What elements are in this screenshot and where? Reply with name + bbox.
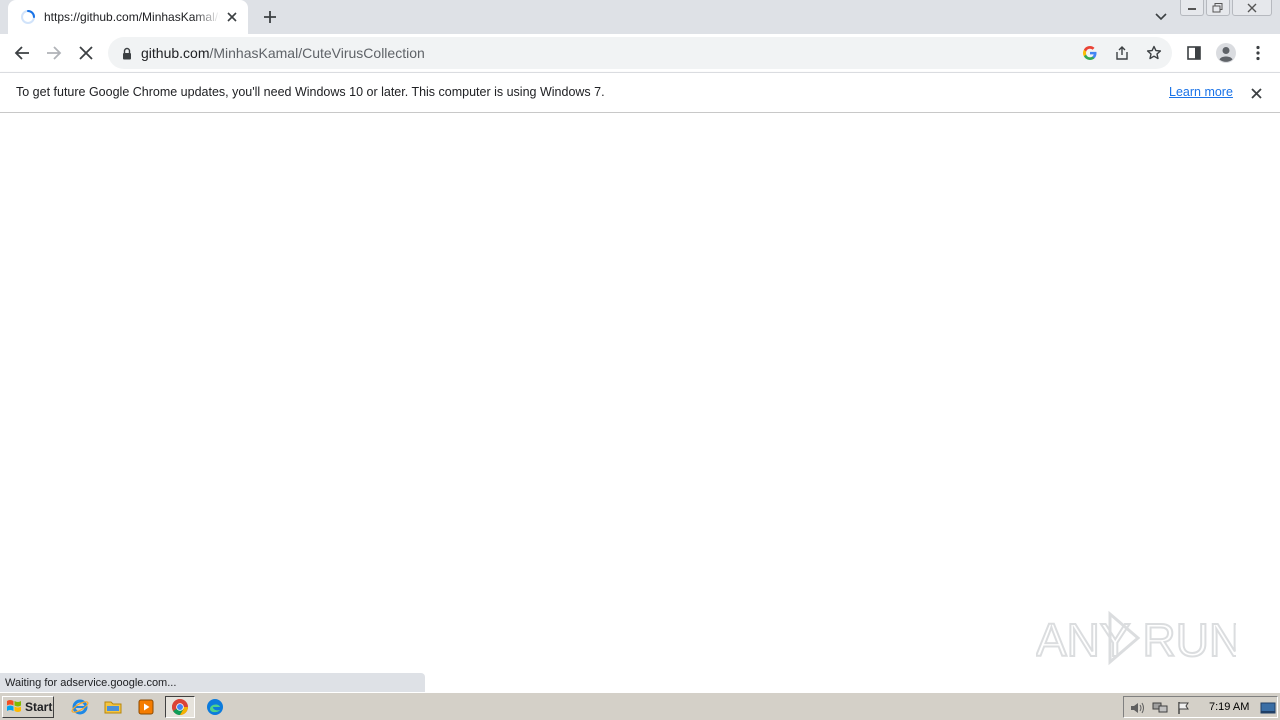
browser-tab[interactable]: https://github.com/MinhasKamal/CuteVirus… [8, 0, 248, 34]
windows-taskbar: Start 7:19 AM [0, 692, 1280, 720]
chrome-menu-icon[interactable] [1246, 41, 1270, 65]
infobar-close-icon[interactable] [1247, 84, 1265, 102]
system-tray: 7:19 AM [1123, 696, 1278, 718]
restore-icon[interactable] [1206, 0, 1230, 16]
status-bubble: Waiting for adservice.google.com... [0, 673, 425, 692]
share-icon[interactable] [1112, 43, 1132, 63]
url-path: /MinhasKamal/CuteVirusCollection [209, 45, 425, 61]
show-desktop-icon[interactable] [1260, 700, 1276, 716]
url-text[interactable]: github.com/MinhasKamal/CuteVirusCollecti… [141, 45, 425, 61]
window-close-icon[interactable] [1232, 0, 1272, 16]
start-button[interactable]: Start [2, 696, 54, 718]
stop-loading-icon[interactable] [74, 41, 98, 65]
learn-more-link[interactable]: Learn more [1169, 85, 1233, 99]
lock-icon[interactable] [120, 45, 134, 61]
edge-icon[interactable] [203, 696, 227, 718]
url-host: github.com [141, 45, 210, 61]
update-infobar: To get future Google Chrome updates, you… [0, 72, 1280, 113]
chrome-icon[interactable] [165, 696, 195, 718]
network-icon[interactable] [1152, 700, 1168, 716]
loading-spinner-icon [20, 9, 36, 25]
side-panel-icon[interactable] [1182, 41, 1206, 65]
windows-logo-icon [6, 698, 22, 717]
internet-explorer-icon[interactable] [68, 696, 92, 718]
volume-icon[interactable] [1129, 700, 1145, 716]
address-bar[interactable]: github.com/MinhasKamal/CuteVirusCollecti… [108, 37, 1172, 69]
new-tab-icon[interactable] [258, 5, 282, 29]
media-player-icon[interactable] [134, 696, 158, 718]
start-label: Start [25, 700, 53, 714]
anyrun-watermark: ANY RUN [1035, 606, 1243, 670]
window-controls [1180, 0, 1272, 16]
profile-avatar-icon[interactable] [1214, 41, 1238, 65]
google-translate-g-icon[interactable] [1080, 43, 1100, 63]
minimize-icon[interactable] [1180, 0, 1204, 16]
tab-title: https://github.com/MinhasKamal/CuteVirus… [44, 10, 220, 24]
tab-close-icon[interactable] [224, 9, 240, 25]
clock-time[interactable]: 7:19 AM [1209, 701, 1249, 713]
infobar-message: To get future Google Chrome updates, you… [16, 85, 605, 99]
tab-strip: https://github.com/MinhasKamal/CuteVirus… [0, 0, 1280, 34]
action-center-flag-icon[interactable] [1176, 700, 1192, 716]
bookmark-star-icon[interactable] [1144, 43, 1164, 63]
tab-search-chevron-icon[interactable] [1150, 6, 1172, 28]
forward-arrow-icon[interactable] [42, 41, 66, 65]
browser-toolbar: github.com/MinhasKamal/CuteVirusCollecti… [0, 34, 1280, 72]
file-explorer-icon[interactable] [101, 696, 125, 718]
back-arrow-icon[interactable] [10, 41, 34, 65]
